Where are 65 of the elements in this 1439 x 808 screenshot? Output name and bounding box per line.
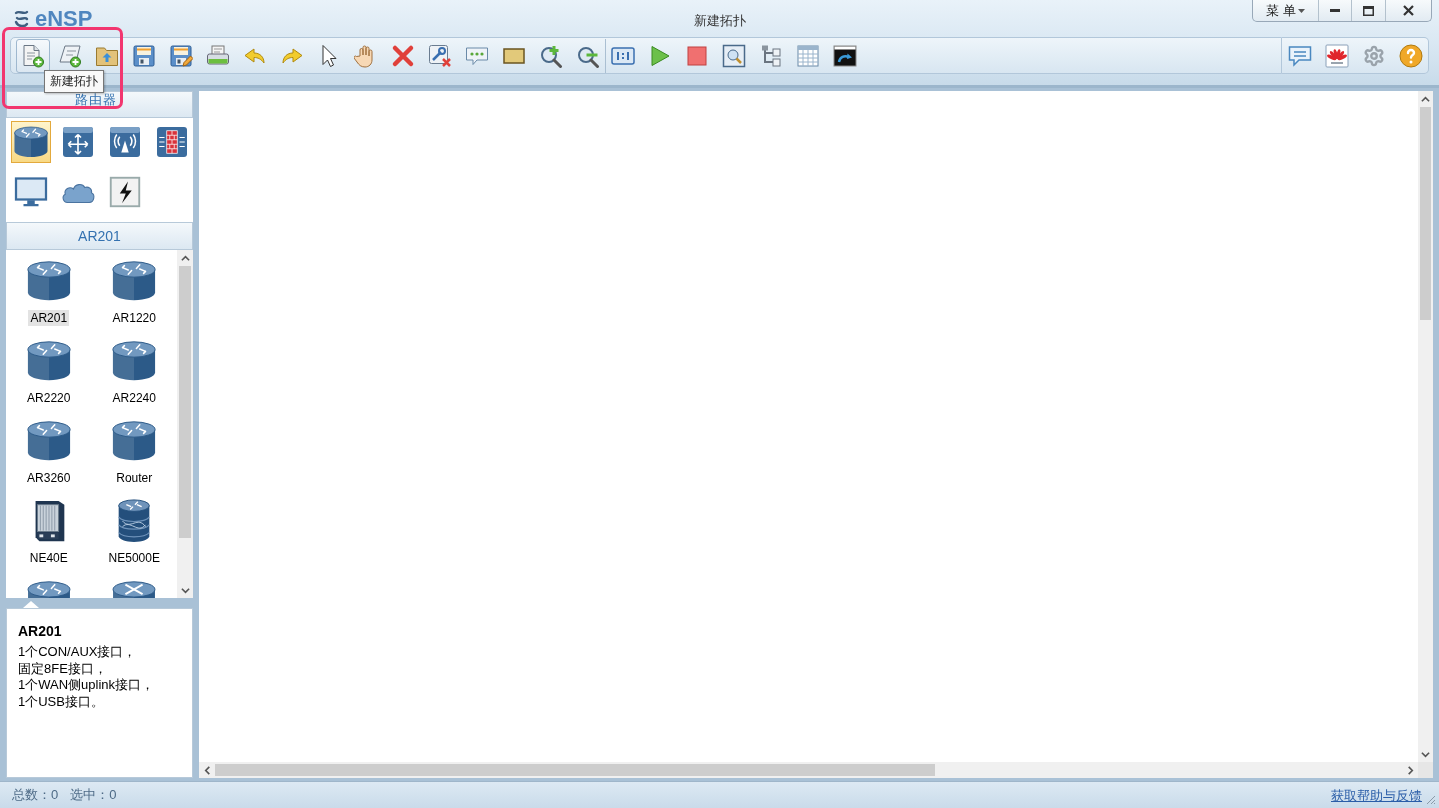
new-topology-button[interactable] [16,38,50,73]
description-line: 固定8FE接口， [18,660,108,677]
description-line: 1个USB接口。 [18,693,105,710]
scroll-up-icon [1421,94,1430,104]
device-item[interactable]: AR1220 [91,250,177,330]
petal-logo-icon [1325,43,1349,68]
scroll-plus-icon [58,43,82,68]
lightning-icon [107,174,143,210]
description-line: 1个WAN侧uplink接口， [18,677,156,694]
play-icon [648,43,672,68]
help-icon [1399,43,1423,68]
description-line: 1个CON/AUX接口， [18,644,138,661]
scroll-up-icon [180,253,190,263]
device-item[interactable]: AR201 [6,250,92,330]
scroll-down-icon [180,585,190,595]
close-icon [1403,5,1414,16]
stop-icon [685,43,709,68]
horizontal-scrollbar[interactable] [199,762,1418,778]
floppy-pencil-icon [169,43,193,68]
device-item[interactable]: AR2240 [91,330,177,410]
speech-bubble-icon [1288,43,1312,68]
floppy-icon [132,43,156,68]
terminal-icon [833,43,857,68]
router-category-button[interactable] [11,121,51,163]
device-item[interactable]: NE5000E [91,490,177,570]
document-plus-icon [21,43,45,68]
cross-icon [391,43,415,68]
scroll-right-icon [1405,765,1415,775]
gear-icon [1363,44,1385,67]
category-title: 路由器 [74,93,117,106]
status-count: 选中：0 [70,786,117,805]
scrollbar-thumb[interactable] [215,764,935,776]
minimize-icon [1330,9,1340,12]
scrollbar-thumb[interactable] [179,266,191,538]
logo-icon [14,9,29,29]
status-count: 总数：0 [12,786,59,805]
switch-icon [60,124,96,160]
scrollbar-thumb[interactable] [1420,107,1431,320]
magnifier-frame-icon [722,43,746,68]
antenna-icon [107,124,143,160]
printer-icon [206,43,230,68]
scroll-down-icon [1421,749,1430,759]
tooltip: 新建拓扑 [44,70,104,93]
vertical-scrollbar[interactable] [1418,91,1433,762]
device-item[interactable]: NE40E [6,490,92,570]
scroll-left-icon [202,765,212,775]
device-item[interactable]: Router [91,410,177,490]
description-title: AR201 [18,622,63,640]
help-feedback-link[interactable]: 获取帮助与反馈 [1331,785,1422,805]
router-icon [13,124,49,160]
vertical-scrollbar[interactable] [177,250,193,598]
table-icon [796,43,820,68]
series-title: AR201 [78,226,121,246]
device-item[interactable]: AR3260 [6,410,92,490]
device-item[interactable]: AR2220 [6,330,92,410]
brick-wall-icon [154,124,190,160]
caret-icon [1297,8,1305,13]
zoom-in-icon [539,43,563,68]
maximize-icon [1363,5,1374,16]
scrollbar-corner [1418,762,1433,778]
window-title: 新建拓扑 [693,13,746,28]
app-logo: eNSP [35,6,93,32]
tree-icon [759,43,783,68]
wrench-cross-icon [428,43,452,68]
resize-grip-icon [1426,795,1436,805]
